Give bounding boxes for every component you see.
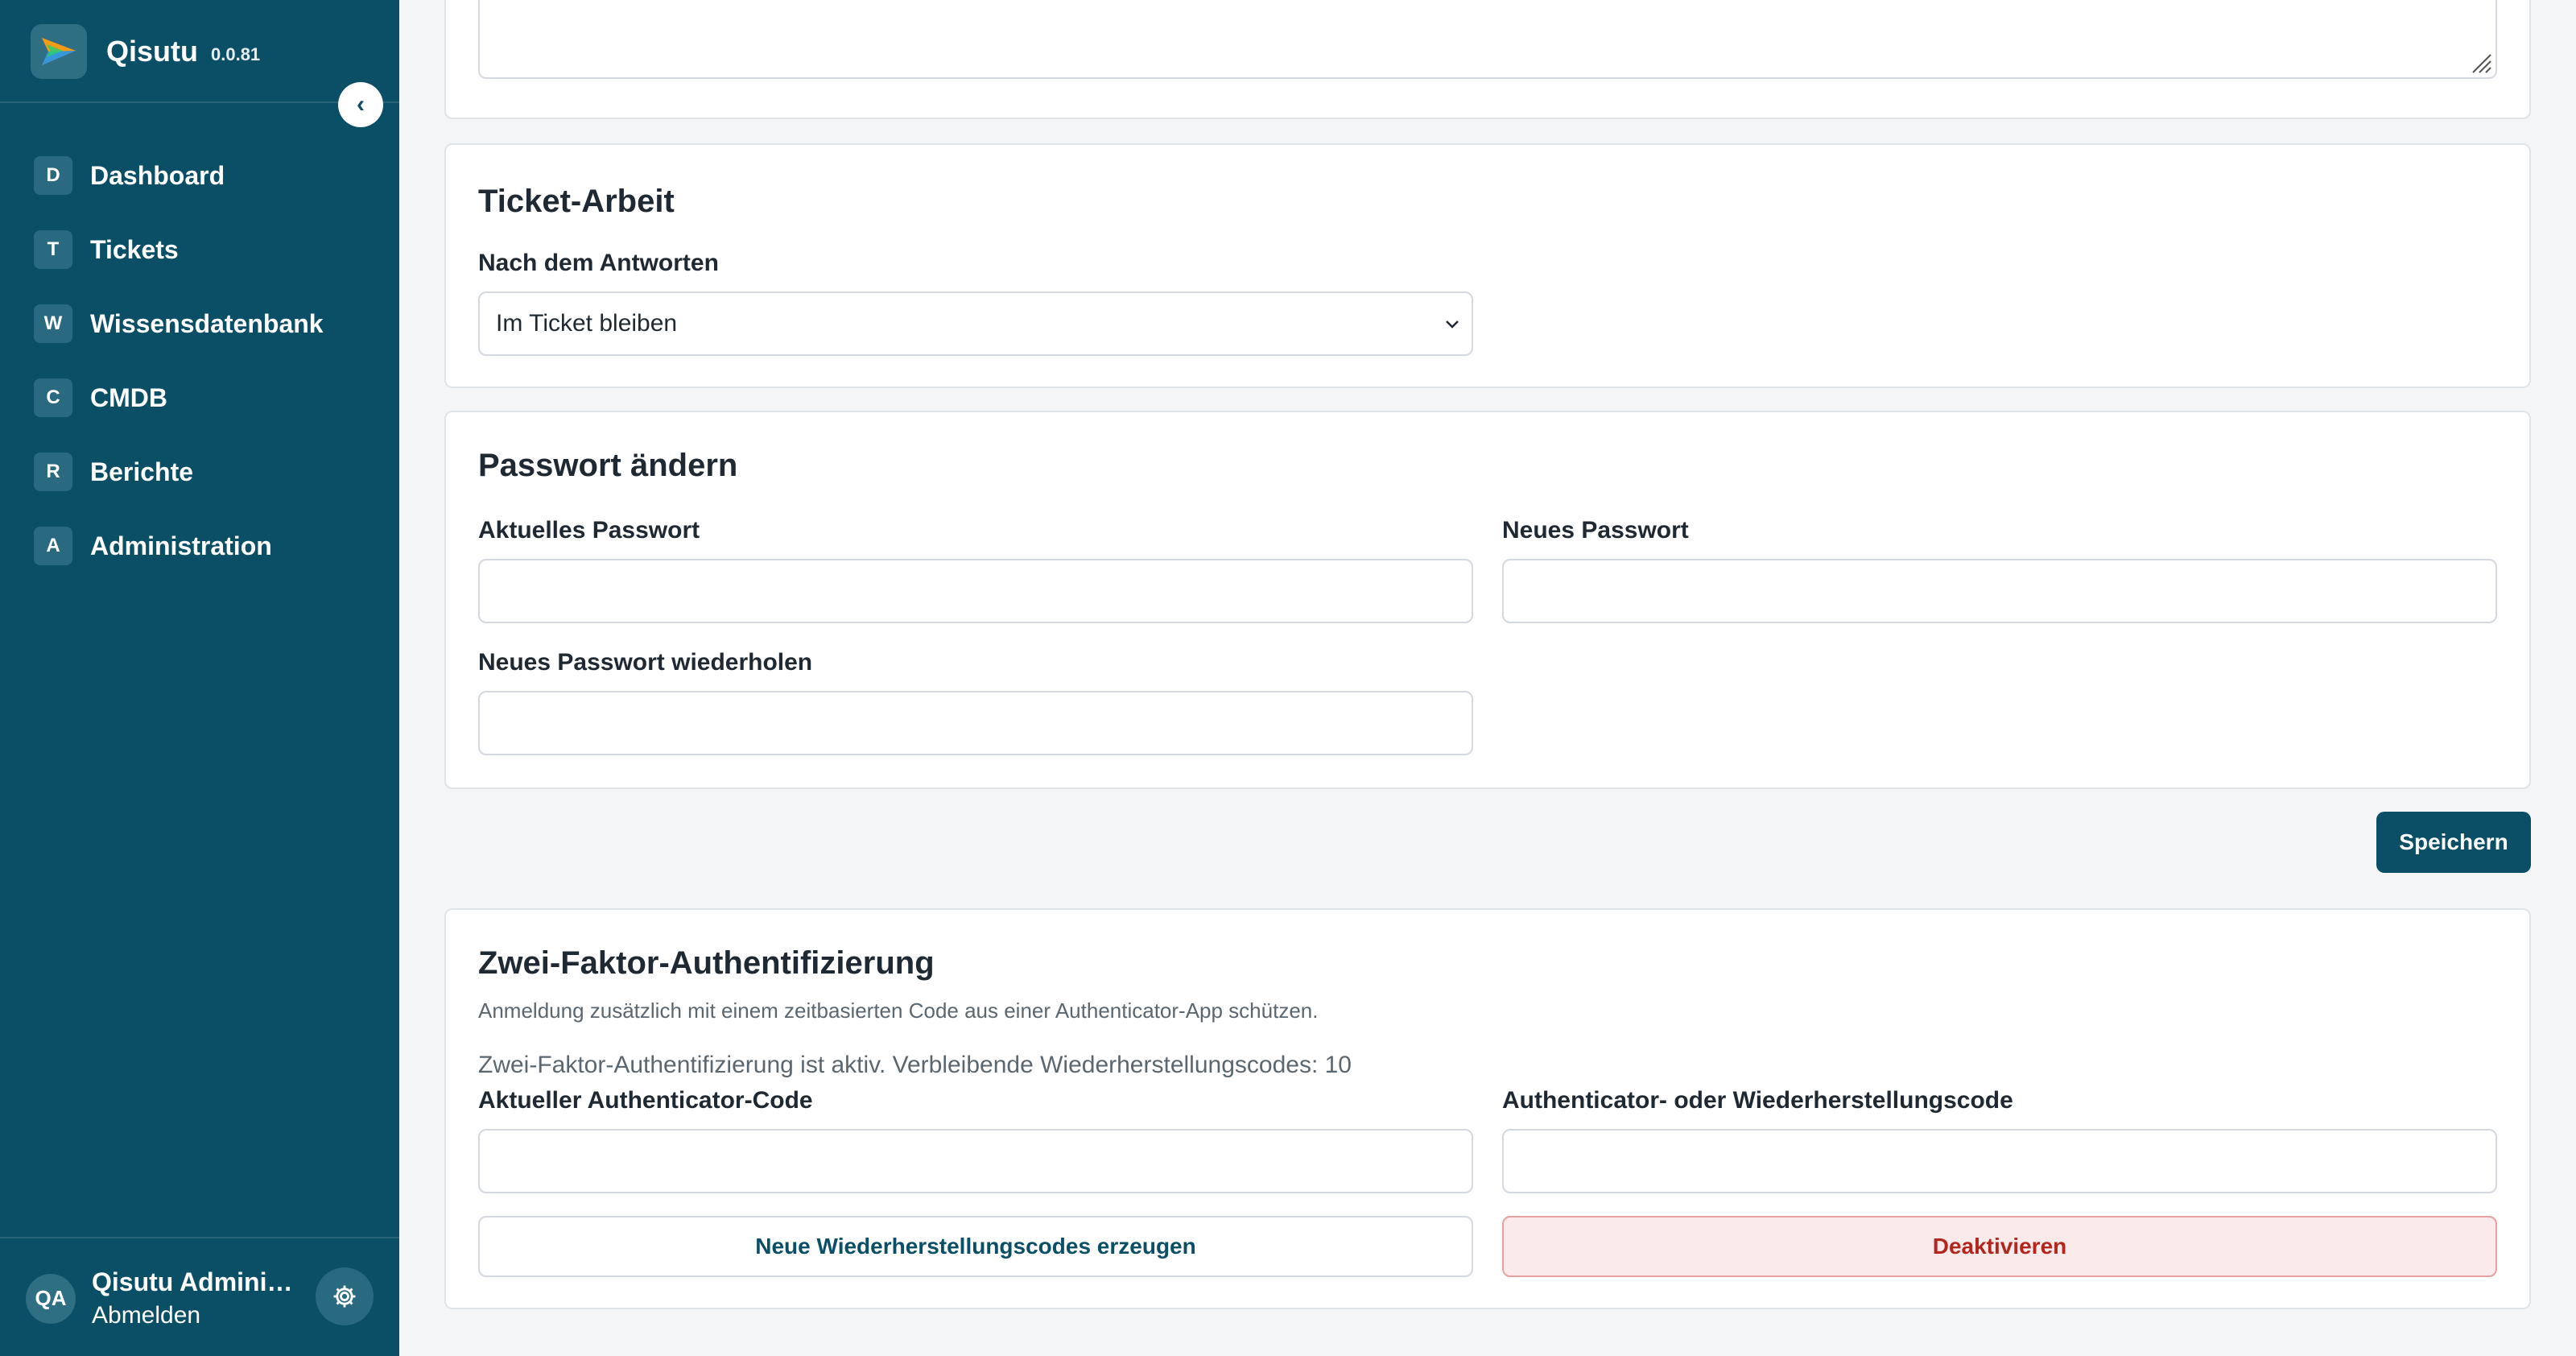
current-password-label: Aktuelles Passwort — [478, 517, 700, 544]
after-reply-value: Im Ticket bleiben — [496, 310, 678, 337]
notes-textarea[interactable] — [478, 0, 2497, 79]
sidebar: Qisutu 0.0.81 ‹ D Dashboard T Tickets W … — [0, 0, 399, 1356]
paper-plane-logo-icon — [31, 24, 87, 79]
user-panel: QA Qisutu Adminis… Abmelden — [26, 1267, 301, 1329]
chevron-down-icon — [1446, 320, 1459, 329]
app-version: 0.0.81 — [211, 44, 261, 64]
password-card: Passwort ändern Aktuelles Passwort Neues… — [444, 411, 2531, 789]
administration-letter-icon: A — [34, 527, 72, 565]
sidebar-item-reports[interactable]: R Berichte — [34, 435, 324, 509]
password-title: Passwort ändern — [478, 448, 738, 483]
ticket-work-title: Ticket-Arbeit — [478, 184, 675, 219]
sidebar-item-label: Tickets — [90, 234, 179, 264]
new-password-label: Neues Passwort — [1502, 517, 1689, 544]
ticket-work-card: Ticket-Arbeit Nach dem Antworten Im Tick… — [444, 143, 2531, 388]
logout-link[interactable]: Abmelden — [92, 1302, 301, 1329]
dashboard-letter-icon: D — [34, 156, 72, 195]
recovery-code-input[interactable] — [1502, 1129, 2497, 1193]
user-divider — [0, 1237, 399, 1238]
cmdb-letter-icon: C — [34, 378, 72, 417]
two-factor-description: Anmeldung zusätzlich mit einem zeitbasie… — [478, 998, 1319, 1023]
regenerate-recovery-codes-button[interactable]: Neue Wiederherstellungscodes erzeugen — [478, 1216, 1473, 1277]
repeat-password-label: Neues Passwort wiederholen — [478, 649, 813, 676]
sidebar-item-label: Administration — [90, 531, 272, 560]
main-nav: D Dashboard T Tickets W Wissensdatenbank… — [34, 138, 324, 583]
gear-icon — [333, 1285, 356, 1308]
save-button[interactable]: Speichern — [2376, 812, 2531, 873]
current-password-input[interactable] — [478, 559, 1473, 623]
tickets-letter-icon: T — [34, 230, 72, 269]
after-reply-label: Nach dem Antworten — [478, 250, 719, 276]
sidebar-item-dashboard[interactable]: D Dashboard — [34, 138, 324, 213]
knowledge-base-letter-icon: W — [34, 304, 72, 343]
app: Qisutu 0.0.81 ‹ D Dashboard T Tickets W … — [0, 0, 2576, 1356]
user-name[interactable]: Qisutu Adminis… — [92, 1267, 301, 1297]
current-code-input[interactable] — [478, 1129, 1473, 1193]
sidebar-item-knowledge-base[interactable]: W Wissensdatenbank — [34, 287, 324, 361]
two-factor-card: Zwei-Faktor-Authentifizierung Anmeldung … — [444, 908, 2531, 1309]
sidebar-item-label: Berichte — [90, 457, 194, 486]
deactivate-two-factor-button[interactable]: Deaktivieren — [1502, 1216, 2497, 1277]
resize-grip-icon[interactable] — [2468, 50, 2492, 74]
two-factor-status: Zwei-Faktor-Authentifizierung ist aktiv.… — [478, 1052, 1352, 1078]
user-info: Qisutu Adminis… Abmelden — [92, 1267, 301, 1329]
notes-card — [444, 0, 2531, 119]
sidebar-item-label: Dashboard — [90, 160, 225, 190]
reports-letter-icon: R — [34, 453, 72, 491]
settings-button[interactable] — [316, 1267, 374, 1325]
sidebar-item-tickets[interactable]: T Tickets — [34, 213, 324, 287]
new-password-input[interactable] — [1502, 559, 2497, 623]
repeat-password-input[interactable] — [478, 691, 1473, 755]
two-factor-title: Zwei-Faktor-Authentifizierung — [478, 945, 935, 981]
after-reply-select[interactable]: Im Ticket bleiben — [478, 291, 1473, 356]
recovery-code-label: Authenticator- oder Wiederherstellungsco… — [1502, 1087, 2013, 1114]
sidebar-item-label: CMDB — [90, 382, 167, 412]
collapse-sidebar-button[interactable]: ‹ — [338, 82, 383, 127]
current-code-label: Aktueller Authenticator-Code — [478, 1087, 813, 1114]
sidebar-item-cmdb[interactable]: C CMDB — [34, 361, 324, 435]
sidebar-item-label: Wissensdatenbank — [90, 308, 324, 338]
sidebar-item-administration[interactable]: A Administration — [34, 509, 324, 583]
brand[interactable]: Qisutu 0.0.81 — [31, 24, 260, 79]
app-name: Qisutu — [106, 35, 198, 68]
avatar[interactable]: QA — [26, 1273, 76, 1324]
chevron-left-icon: ‹ — [357, 91, 365, 118]
